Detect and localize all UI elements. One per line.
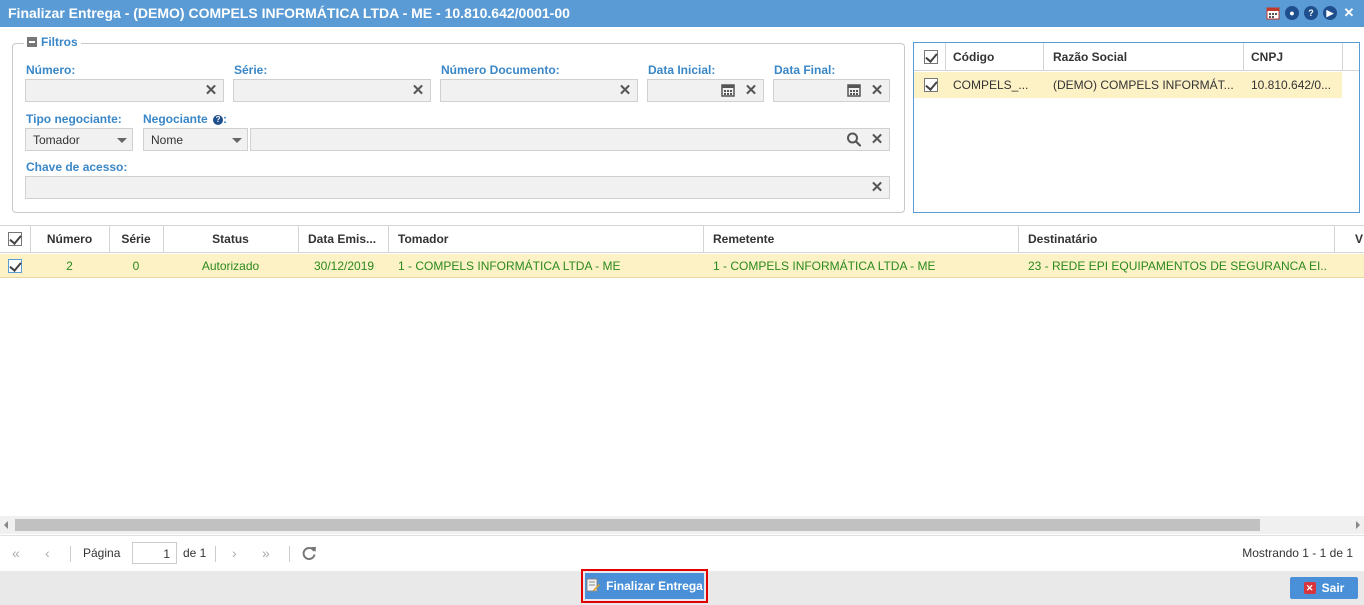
pager: « ‹ Página 1 de 1 › » Mostrando 1 - 1 de… xyxy=(0,535,1364,571)
document-edit-icon xyxy=(586,578,601,595)
main-grid-header: Número Série Status Data Emis... Tomador… xyxy=(0,225,1364,253)
refresh-icon[interactable] xyxy=(301,545,317,564)
help-icon[interactable]: ? xyxy=(1304,6,1318,20)
company-grid-header: Código Razão Social CNPJ xyxy=(914,43,1359,71)
help-icon[interactable]: ? xyxy=(213,114,224,125)
window-title: Finalizar Entrega - (DEMO) COMPELS INFOR… xyxy=(8,5,570,21)
clear-icon[interactable]: ✕ xyxy=(869,82,885,99)
company-grid: Código Razão Social CNPJ COMPELS_... (DE… xyxy=(913,42,1360,213)
negociante-mode-select[interactable]: Nome xyxy=(143,128,248,151)
numero-input[interactable]: ✕ xyxy=(25,79,224,102)
cell-cnpj: 10.810.642/0... xyxy=(1251,78,1332,92)
prev-page-icon[interactable]: ‹ xyxy=(45,545,50,561)
first-page-icon[interactable]: « xyxy=(12,545,20,561)
row-checkbox[interactable] xyxy=(0,254,30,277)
last-page-icon[interactable]: » xyxy=(262,545,270,561)
finalizar-entrega-label: Finalizar Entrega xyxy=(606,579,703,593)
cell-status: Autorizado xyxy=(201,258,260,273)
sair-button[interactable]: ✕ Sair xyxy=(1290,577,1358,599)
calendar-icon[interactable] xyxy=(1266,6,1280,20)
header-codigo[interactable]: Código xyxy=(953,43,1043,70)
cell-serie: 0 xyxy=(132,258,140,273)
serie-label: Série: xyxy=(234,63,268,77)
scroll-left-icon[interactable] xyxy=(4,521,8,529)
negociante-colon: : xyxy=(223,112,228,126)
table-row[interactable]: 2 0 Autorizado 30/12/2019 1 - COMPELS IN… xyxy=(0,254,1364,278)
cell-destinatario: 23 - REDE EPI EQUIPAMENTOS DE SEGURANCA … xyxy=(1028,258,1328,273)
scrollbar-thumb[interactable] xyxy=(15,519,1260,531)
scroll-right-icon[interactable] xyxy=(1356,521,1360,529)
table-row[interactable]: COMPELS_... (DEMO) COMPELS INFORMÁT... 1… xyxy=(914,72,1342,98)
data-inicial-label: Data Inicial: xyxy=(648,63,716,77)
header-valor[interactable]: V xyxy=(1355,226,1364,252)
sair-label: Sair xyxy=(1321,581,1345,595)
page-input[interactable]: 1 xyxy=(132,542,177,564)
header-data-emissao[interactable]: Data Emis... xyxy=(308,226,388,252)
header-cnpj[interactable]: CNPJ xyxy=(1251,43,1341,70)
horizontal-scrollbar[interactable] xyxy=(0,516,1364,534)
finalizar-entrega-button-inner: Finalizar Entrega xyxy=(585,573,704,599)
header-destinatario[interactable]: Destinatário xyxy=(1028,226,1328,252)
header-status[interactable]: Status xyxy=(163,226,298,252)
next-page-icon[interactable]: › xyxy=(232,545,237,561)
serie-input[interactable]: ✕ xyxy=(233,79,431,102)
page-label: Página xyxy=(83,546,121,560)
header-serie[interactable]: Série xyxy=(109,226,163,252)
clear-icon[interactable]: ✕ xyxy=(410,82,426,99)
numero-documento-input[interactable]: ✕ xyxy=(440,79,638,102)
clear-icon[interactable]: ✕ xyxy=(869,131,885,148)
chevron-down-icon xyxy=(117,138,127,143)
data-inicial-input[interactable]: ✕ xyxy=(647,79,764,102)
clear-icon[interactable]: ✕ xyxy=(203,82,219,99)
calendar-icon[interactable] xyxy=(721,83,735,97)
cell-numero: 2 xyxy=(66,258,73,273)
titlebar-icons: ● ? ▶ ✕ xyxy=(1266,5,1356,20)
clear-icon[interactable]: ✕ xyxy=(743,82,759,99)
negociante-label: Negociante xyxy=(143,112,208,126)
select-all-checkbox[interactable] xyxy=(0,226,30,252)
calendar-icon[interactable] xyxy=(847,83,861,97)
row-checkbox[interactable] xyxy=(924,72,944,98)
window-titlebar: Finalizar Entrega - (DEMO) COMPELS INFOR… xyxy=(0,0,1364,27)
search-icon[interactable] xyxy=(846,131,862,148)
settings-icon[interactable]: ● xyxy=(1285,6,1299,20)
cell-remetente: 1 - COMPELS INFORMÁTICA LTDA - ME xyxy=(713,258,936,273)
finalizar-entrega-button[interactable]: Finalizar Entrega xyxy=(581,569,708,603)
cell-data-emissao: 30/12/2019 xyxy=(314,258,375,273)
header-numero[interactable]: Número xyxy=(30,226,109,252)
header-tomador[interactable]: Tomador xyxy=(398,226,698,252)
page-of-label: de 1 xyxy=(183,546,207,560)
collapse-icon[interactable] xyxy=(27,37,37,47)
play-icon[interactable]: ▶ xyxy=(1323,6,1337,20)
showing-text: Mostrando 1 - 1 de 1 xyxy=(1242,546,1353,560)
numero-documento-label: Número Documento: xyxy=(441,63,560,77)
chave-acesso-input[interactable]: ✕ xyxy=(25,176,890,199)
chevron-down-icon xyxy=(232,138,242,143)
tipo-negociante-label: Tipo negociante: xyxy=(26,112,122,126)
negociante-input[interactable]: ✕ xyxy=(250,128,890,151)
footer-bar: Finalizar Entrega ✕ Sair xyxy=(0,569,1364,605)
close-icon[interactable]: ✕ xyxy=(1342,5,1356,20)
cell-razao-social: (DEMO) COMPELS INFORMÁT... xyxy=(1053,78,1234,92)
header-remetente[interactable]: Remetente xyxy=(713,226,1013,252)
exit-icon: ✕ xyxy=(1303,582,1316,594)
tipo-negociante-value: Tomador xyxy=(33,133,80,147)
filters-legend-label: Filtros xyxy=(41,35,78,49)
chave-acesso-label: Chave de acesso: xyxy=(26,160,128,174)
header-razao-social[interactable]: Razão Social xyxy=(1053,43,1243,70)
cell-tomador: 1 - COMPELS INFORMÁTICA LTDA - ME xyxy=(398,258,621,273)
tipo-negociante-select[interactable]: Tomador xyxy=(25,128,133,151)
cell-codigo: COMPELS_... xyxy=(953,78,1029,92)
filters-legend[interactable]: Filtros xyxy=(24,35,81,49)
numero-label: Número: xyxy=(26,63,76,77)
clear-icon[interactable]: ✕ xyxy=(617,82,633,99)
negociante-label-wrap: Negociante ?: xyxy=(143,112,227,126)
negociante-mode-value: Nome xyxy=(151,133,184,147)
select-all-checkbox[interactable] xyxy=(924,43,944,70)
data-final-input[interactable]: ✕ xyxy=(773,79,890,102)
clear-icon[interactable]: ✕ xyxy=(869,179,885,196)
data-final-label: Data Final: xyxy=(774,63,836,77)
